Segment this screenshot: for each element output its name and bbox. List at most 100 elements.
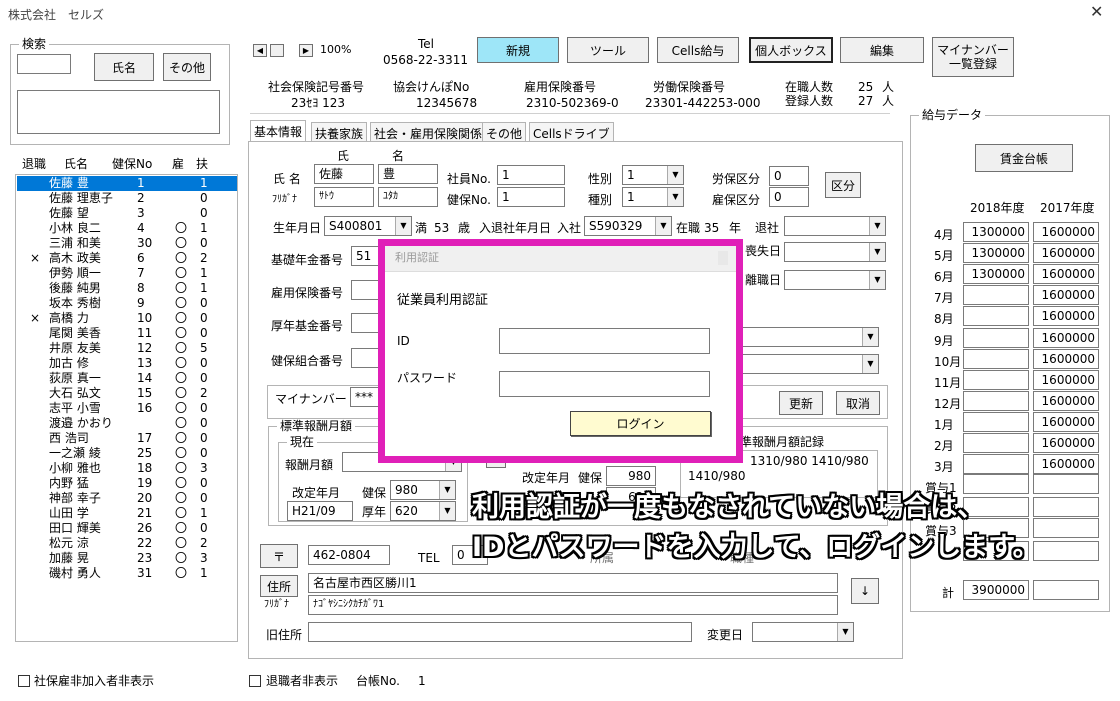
first-record-icon[interactable]: ◀ — [253, 44, 267, 57]
address-kana-input[interactable]: ﾅｺﾞﾔｼﾆｼｸｶﾁｶﾞﾜ1 — [308, 595, 838, 615]
salary-2017-cell[interactable]: 1600000 — [1033, 306, 1099, 327]
salary-2018-cell[interactable] — [963, 348, 1029, 369]
old-address-input[interactable] — [308, 622, 692, 642]
tool-button[interactable]: ツール — [567, 37, 649, 63]
bonus3-2017[interactable] — [1033, 518, 1099, 538]
rouho-input[interactable]: 0 — [769, 166, 809, 186]
mynumber-list-button[interactable]: マイナンバー 一覧登録 — [932, 37, 1014, 77]
list-item[interactable]: 佐藤 豊 1 1 — [17, 176, 237, 191]
emp-no-input[interactable]: 1 — [497, 165, 565, 185]
salary-2017-cell[interactable]: 1600000 — [1033, 369, 1099, 390]
kenpo-no-input[interactable]: 1 — [497, 187, 565, 207]
list-item[interactable]: 三浦 和美 30 〇 0 — [17, 236, 237, 251]
list-item[interactable]: × 高橋 力 10 〇 0 — [17, 311, 237, 326]
next-record-icon[interactable]: ▶ — [299, 44, 313, 57]
salary-2018-cell[interactable] — [963, 454, 1029, 475]
list-item[interactable]: 大石 弘文 15 〇 2 — [17, 386, 237, 401]
wage-ledger-button[interactable]: 賃金台帳 — [975, 144, 1073, 172]
list-item[interactable]: 伊勢 順一 7 〇 1 — [17, 266, 237, 281]
first-name-input[interactable]: 豊 — [378, 164, 438, 184]
salary-2017-cell[interactable]: 1600000 — [1033, 433, 1099, 453]
list-item[interactable]: 坂本 秀樹 9 〇 0 — [17, 296, 237, 311]
update-button[interactable]: 更新 — [779, 391, 823, 415]
list-item[interactable]: 内野 猛 19 〇 0 — [17, 476, 237, 491]
tab-insurance[interactable]: 社会・雇用保険関係 — [370, 122, 487, 142]
salary-2018-cell[interactable] — [963, 327, 1029, 348]
cells-salary-button[interactable]: Cells給与 — [657, 37, 739, 63]
tab-dependents[interactable]: 扶養家族 — [311, 122, 368, 142]
salary-2018-cell[interactable] — [963, 369, 1029, 390]
name-search-button[interactable]: 氏名 — [94, 53, 154, 81]
salary-2017-cell[interactable]: 1600000 — [1033, 285, 1099, 306]
bonus2-2017[interactable] — [1033, 497, 1099, 517]
salary-2018-cell[interactable]: 1300000 — [963, 243, 1029, 264]
list-item[interactable]: 田口 輝美 26 〇 0 — [17, 521, 237, 536]
personal-box-button[interactable]: 個人ボックス — [749, 37, 833, 63]
prev-record-button[interactable] — [270, 44, 284, 57]
bonus1-2017[interactable] — [1033, 474, 1099, 494]
other-search-button[interactable]: その他 — [163, 53, 211, 81]
tab-cells-drive[interactable]: Cellsドライブ — [529, 122, 614, 142]
soshitsu-select[interactable]: ▼ — [784, 242, 886, 262]
last-name-input[interactable]: 佐藤 — [314, 164, 374, 184]
taisha-select[interactable]: ▼ — [784, 216, 886, 236]
cancel-button[interactable]: 取消 — [836, 391, 880, 415]
hide-non-member-checkbox[interactable] — [18, 675, 30, 687]
list-item[interactable]: 一之瀬 綾 25 〇 0 — [17, 446, 237, 461]
list-item[interactable]: 荻原 真一 14 〇 0 — [17, 371, 237, 386]
login-button[interactable]: ログイン — [570, 411, 711, 436]
zip-input[interactable]: 462-0804 — [308, 545, 390, 565]
rishoku-select[interactable]: ▼ — [784, 270, 886, 290]
list-item[interactable]: 志平 小雪 16 〇 0 — [17, 401, 237, 416]
kenpo2-input[interactable]: 980 — [606, 466, 656, 486]
bonus1-2018[interactable] — [963, 474, 1029, 494]
list-item[interactable]: 松元 涼 22 〇 2 — [17, 536, 237, 551]
shozoku-select[interactable]: ▼ — [742, 327, 879, 347]
salary-2018-cell[interactable] — [963, 285, 1029, 306]
list-item[interactable]: 西 浩司 17 〇 0 — [17, 431, 237, 446]
gender-select[interactable]: 1 ▼ — [622, 165, 684, 185]
salary-2018-cell[interactable] — [963, 411, 1029, 432]
close-icon[interactable]: ✕ — [1090, 4, 1103, 20]
hide-retired-checkbox[interactable] — [249, 675, 261, 687]
salary-2017-cell[interactable]: 1600000 — [1033, 454, 1099, 475]
salary-2017-cell[interactable]: 1600000 — [1033, 264, 1099, 285]
join-select[interactable]: S590329 ▼ — [584, 216, 672, 236]
down-arrow-button[interactable]: ↓ — [851, 578, 879, 604]
salary-2018-cell[interactable] — [963, 306, 1029, 327]
list-item[interactable]: 小柳 雅也 18 〇 3 — [17, 461, 237, 476]
kosei-grade-select[interactable]: 620 ▼ — [390, 501, 456, 521]
salary-2018-cell[interactable] — [963, 390, 1029, 411]
kenpo-grade-select[interactable]: 980 ▼ — [390, 480, 456, 500]
first-kana-input[interactable]: ﾕﾀｶ — [378, 187, 438, 207]
tab-other[interactable]: その他 — [482, 122, 527, 142]
salary-2017-cell[interactable]: 1600000 — [1033, 390, 1099, 411]
last-kana-input[interactable]: ｻﾄｳ — [314, 187, 374, 207]
edit-button[interactable]: 編集 — [840, 37, 924, 63]
kaitei-input[interactable]: H21/09 — [287, 501, 353, 521]
koho-input[interactable]: 0 — [769, 187, 809, 207]
list-item[interactable]: 後藤 純男 8 〇 1 — [17, 281, 237, 296]
list-item[interactable]: 渡邉 かおり 〇 0 — [17, 416, 237, 431]
salary-2018-cell[interactable] — [963, 433, 1029, 453]
list-item[interactable]: 井原 友美 12 〇 5 — [17, 341, 237, 356]
password-input[interactable] — [499, 371, 710, 397]
id-input[interactable] — [499, 328, 710, 354]
list-item[interactable]: 加藤 晃 23 〇 3 — [17, 551, 237, 566]
salary-2017-cell[interactable]: 1600000 — [1033, 411, 1099, 432]
list-item[interactable]: 佐藤 理恵子 2 0 — [17, 191, 237, 206]
change-date-select[interactable]: ▼ — [752, 622, 854, 642]
new-button[interactable]: 新規 — [477, 37, 559, 63]
salary-2017-cell[interactable]: 1600000 — [1033, 348, 1099, 369]
tab-basic[interactable]: 基本情報 — [250, 120, 307, 142]
dialog-close-icon[interactable] — [718, 251, 728, 265]
list-item[interactable]: 尾関 美香 11 〇 0 — [17, 326, 237, 341]
list-item[interactable]: × 高木 政美 6 〇 2 — [17, 251, 237, 266]
salary-2018-cell[interactable]: 1300000 — [963, 264, 1029, 285]
search-input[interactable] — [17, 54, 71, 74]
salary-2018-cell[interactable]: 1300000 — [963, 222, 1029, 242]
salary-2017-cell[interactable]: 1600000 — [1033, 222, 1099, 242]
list-item[interactable]: 神部 幸子 20 〇 0 — [17, 491, 237, 506]
address-button[interactable]: 住所 — [260, 575, 298, 597]
address-input[interactable]: 名古屋市西区勝川1 — [308, 573, 838, 593]
